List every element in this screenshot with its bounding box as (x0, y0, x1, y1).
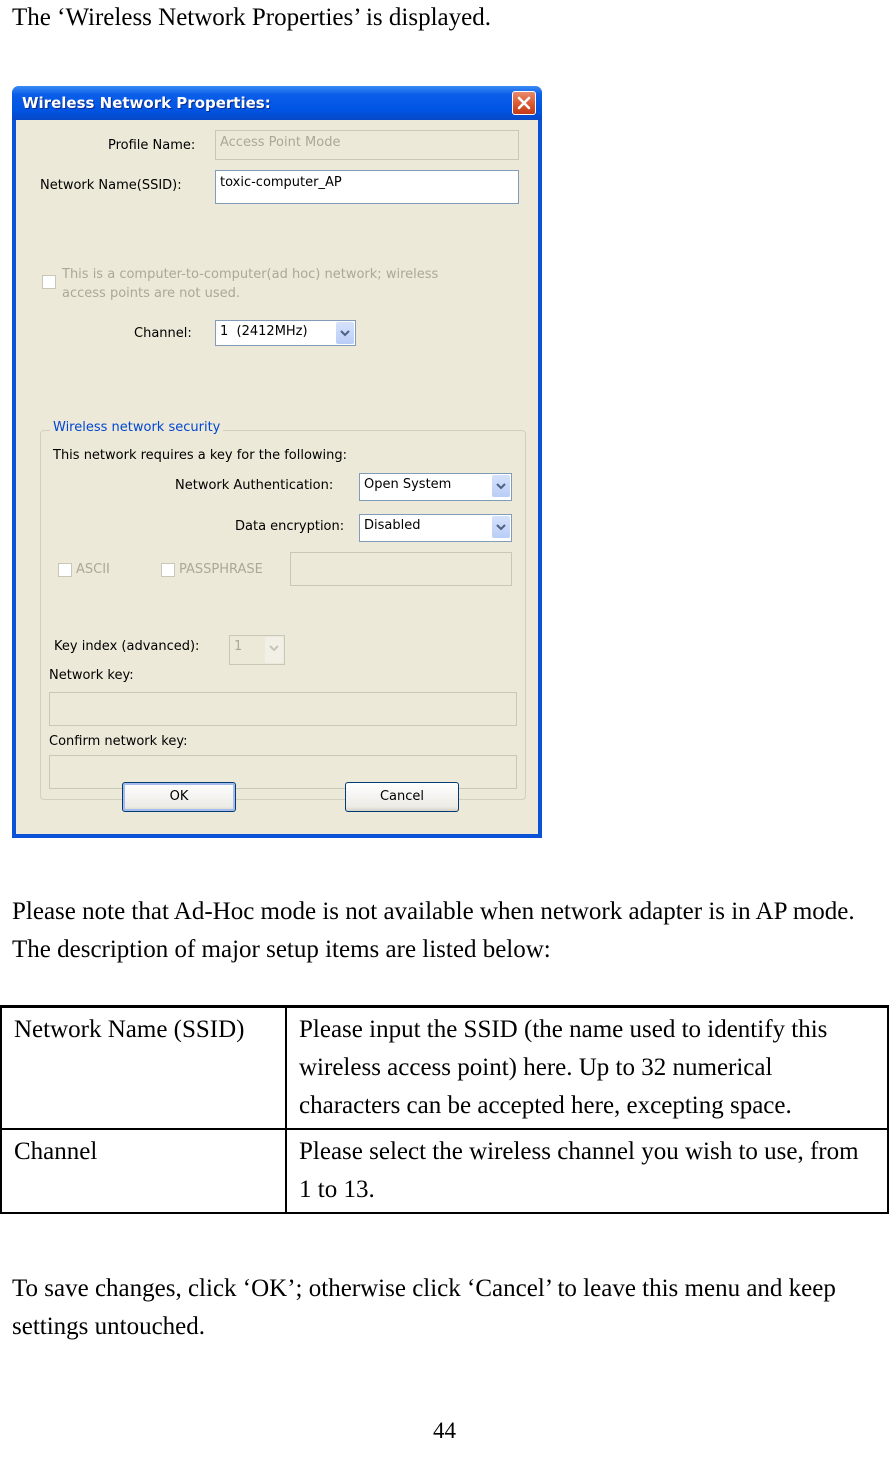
auth-select[interactable]: Open System (359, 473, 512, 501)
dialog-body: Profile Name: Access Point Mode Network … (16, 120, 538, 834)
table-cell-description: Please input the SSID (the name used to … (285, 1005, 889, 1130)
chevron-down-icon[interactable] (492, 475, 510, 497)
wireless-network-properties-dialog: Wireless Network Properties: Profile Nam… (12, 86, 542, 838)
network-key-label: Network key: (49, 668, 134, 683)
encryption-value: Disabled (364, 518, 421, 533)
channel-select[interactable]: 1 (2412MHz) (215, 320, 356, 346)
description-table: Network Name (SSID) Please input the SSI… (0, 1005, 889, 1214)
passphrase-checkbox[interactable] (161, 563, 175, 577)
key-index-label: Key index (advanced): (54, 639, 200, 654)
ascii-label: ASCII (76, 562, 110, 577)
dialog-title: Wireless Network Properties: (22, 94, 271, 112)
profile-name-label: Profile Name: (108, 138, 196, 153)
channel-value: 1 (2412MHz) (220, 324, 308, 339)
security-intro: This network requires a key for the foll… (53, 448, 348, 463)
auth-value: Open System (364, 477, 452, 492)
adhoc-checkbox[interactable] (42, 275, 56, 289)
security-group-label: Wireless network security (50, 420, 224, 435)
intro-text: The ‘Wireless Network Properties’ is dis… (12, 4, 491, 31)
ascii-checkbox[interactable] (58, 563, 72, 577)
auth-label: Network Authentication: (175, 478, 334, 493)
passphrase-input[interactable] (290, 552, 512, 586)
page-number: 44 (433, 1418, 456, 1443)
chevron-down-icon[interactable] (265, 637, 283, 663)
ssid-label: Network Name(SSID): (40, 178, 182, 193)
cancel-button[interactable]: Cancel (345, 782, 459, 812)
note-paragraph: Please note that Ad-Hoc mode is not avai… (12, 898, 855, 963)
confirm-key-label: Confirm network key: (49, 734, 188, 749)
close-icon (517, 96, 531, 110)
save-instructions: To save changes, click ‘OK’; otherwise c… (12, 1275, 836, 1340)
ssid-input[interactable]: toxic-computer_AP (215, 170, 519, 204)
table-row: Channel Please select the wireless chann… (0, 1128, 889, 1214)
channel-label: Channel: (134, 326, 192, 341)
table-row: Network Name (SSID) Please input the SSI… (0, 1005, 889, 1130)
adhoc-checkbox-label: This is a computer-to-computer(ad hoc) n… (62, 265, 438, 303)
chevron-down-icon[interactable] (492, 516, 510, 538)
close-button[interactable] (512, 91, 536, 115)
network-key-input[interactable] (49, 692, 517, 726)
chevron-down-icon[interactable] (336, 322, 354, 344)
table-cell-item: Channel (0, 1128, 287, 1214)
passphrase-label: PASSPHRASE (179, 562, 263, 577)
table-cell-item: Network Name (SSID) (0, 1005, 287, 1130)
table-cell-description: Please select the wireless channel you w… (285, 1128, 889, 1214)
key-index-select[interactable]: 1 (229, 635, 285, 665)
ok-button[interactable]: OK (122, 782, 236, 812)
dialog-titlebar[interactable]: Wireless Network Properties: (12, 86, 542, 120)
adhoc-label-line1: This is a computer-to-computer(ad hoc) n… (62, 267, 439, 282)
profile-name-field[interactable]: Access Point Mode (215, 130, 519, 160)
encryption-select[interactable]: Disabled (359, 514, 512, 542)
encryption-label: Data encryption: (235, 519, 345, 534)
adhoc-label-line2: access points are not used. (62, 286, 240, 301)
key-index-value: 1 (234, 639, 243, 654)
